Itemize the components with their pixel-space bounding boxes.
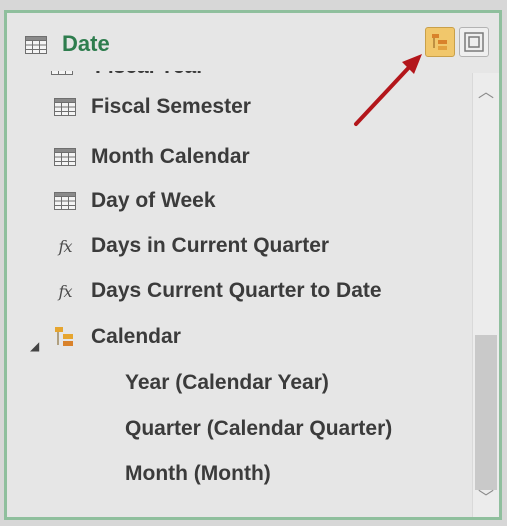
field-item-label: Day of Week <box>91 189 216 212</box>
measure-icon: fx <box>58 236 73 256</box>
table-title: Date <box>62 31 110 56</box>
hierarchy-item-calendar[interactable]: Calendar <box>53 319 181 355</box>
table-icon <box>53 96 77 118</box>
scroll-up-icon[interactable]: ︿ <box>473 79 499 107</box>
field-item-day-of-week[interactable]: Day of Week <box>53 183 216 219</box>
field-item-label: Month Calendar <box>91 145 250 168</box>
table-icon <box>53 190 77 212</box>
measure-item-days-current-quarter-to-date[interactable]: fx Days Current Quarter to Date <box>53 273 382 309</box>
frame-view-button[interactable] <box>459 27 489 57</box>
hierarchy-level-month[interactable]: Month (Month) <box>125 456 271 492</box>
hierarchy-level-label: Month (Month) <box>125 462 271 485</box>
hierarchy-level-year[interactable]: Year (Calendar Year) <box>125 365 329 401</box>
frame-icon <box>464 32 484 52</box>
field-item-fiscal-semester[interactable]: Fiscal Semester <box>53 89 251 125</box>
hierarchy-item-label: Calendar <box>91 325 181 348</box>
measure-icon: fx <box>58 281 73 301</box>
vertical-scrollbar[interactable]: ︿ ﹀ <box>472 73 499 517</box>
table-icon <box>53 146 77 168</box>
hierarchy-level-quarter[interactable]: Quarter (Calendar Quarter) <box>125 411 392 447</box>
scrollbar-thumb[interactable] <box>475 335 497 490</box>
field-item-label: Fiscal Semester <box>91 95 251 118</box>
table-icon <box>25 36 47 59</box>
expand-collapse-triangle-icon[interactable]: ◢ <box>30 339 39 353</box>
measure-item-label: Days in Current Quarter <box>91 234 330 257</box>
scroll-down-icon[interactable]: ﹀ <box>473 485 499 513</box>
hierarchy-level-label: Year (Calendar Year) <box>125 371 329 394</box>
annotation-arrow-icon <box>354 54 422 126</box>
hierarchy-icon <box>53 326 77 348</box>
hierarchy-level-label: Quarter (Calendar Quarter) <box>125 417 393 440</box>
measure-item-label: Days Current Quarter to Date <box>91 279 382 302</box>
measure-item-days-in-current-quarter[interactable]: fx Days in Current Quarter <box>53 228 330 264</box>
field-item-month-calendar[interactable]: Month Calendar <box>53 139 250 175</box>
